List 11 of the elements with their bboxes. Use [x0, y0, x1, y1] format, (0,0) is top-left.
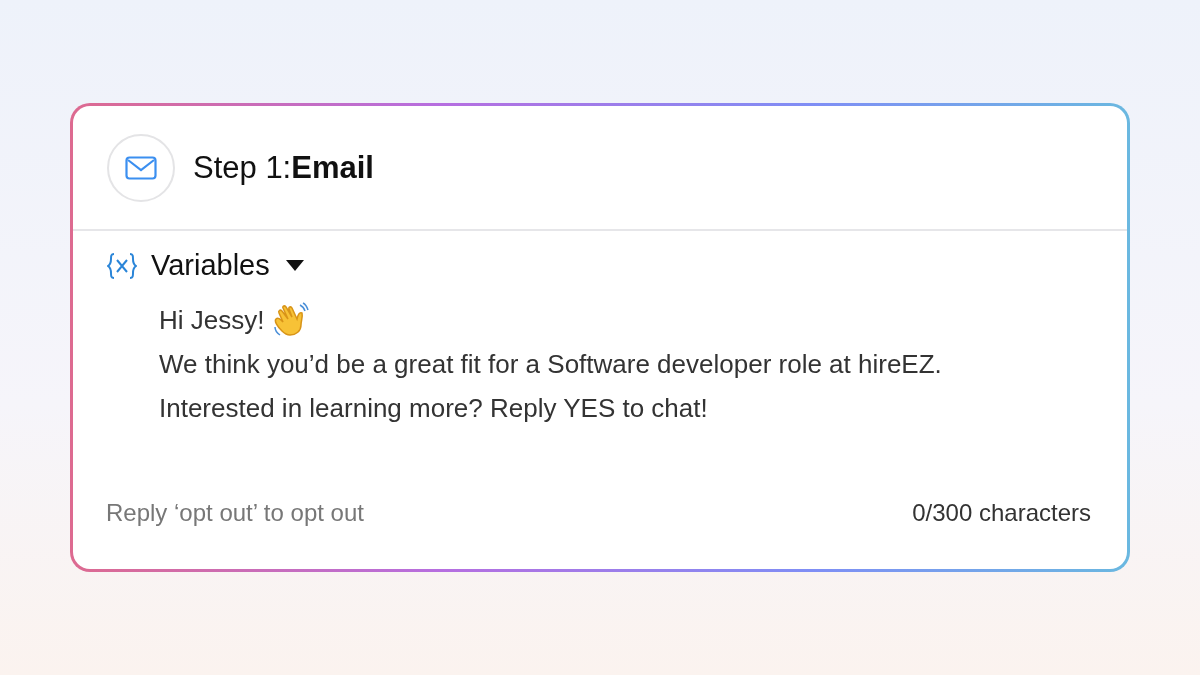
caret-icon	[285, 260, 304, 271]
step-title: Step 1:Email	[193, 149, 374, 186]
message-line: We think you’d be a great fit for a Software developer role at hireEZ.	[159, 348, 942, 381]
variable-icon	[107, 251, 137, 280]
waving-hand-icon	[272, 301, 311, 339]
envelope-icon	[125, 155, 157, 180]
character-counter: 0/300 characters	[912, 499, 1091, 527]
variables-dropdown[interactable]: Variables	[151, 249, 304, 282]
message-line: Interested in learning more? Reply YES to chat!	[159, 392, 708, 425]
opt-out-hint: Reply ‘opt out’ to opt out	[106, 499, 364, 527]
message-line: Hi Jessy!	[159, 304, 265, 337]
